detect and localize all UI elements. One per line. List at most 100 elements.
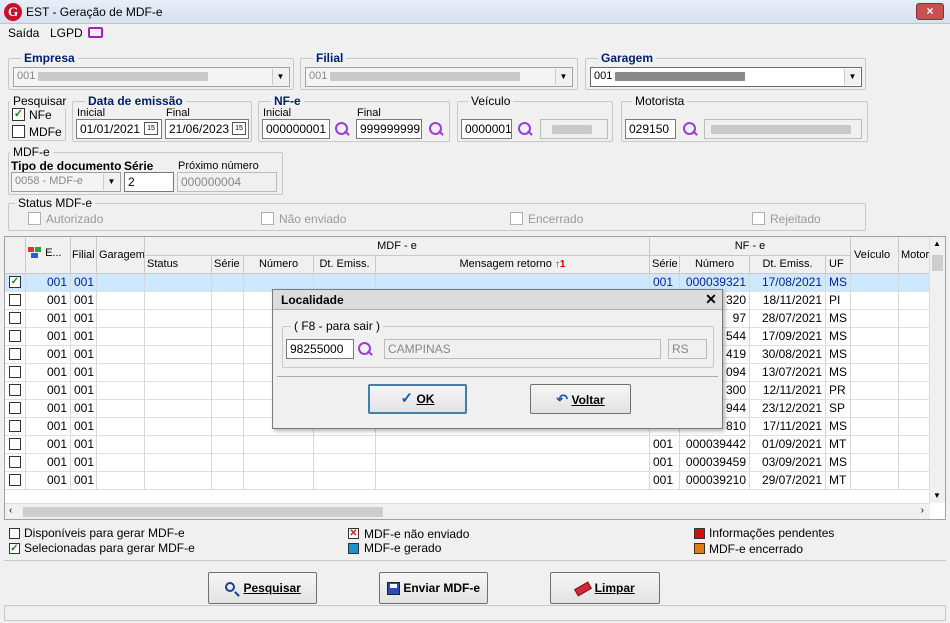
- legend-encerrado: MDF-e encerrado: [709, 542, 804, 556]
- monitor-icon[interactable]: [88, 27, 103, 38]
- encerrado-checkbox[interactable]: [510, 212, 523, 225]
- cell-serie: [212, 400, 244, 418]
- chevron-down-icon[interactable]: ▼: [844, 69, 860, 85]
- cell-veiculo: [851, 418, 899, 436]
- cell-motorista: [899, 346, 930, 364]
- tipo-documento-select[interactable]: 0058 - MDF-e ▼: [11, 172, 121, 192]
- row-checkbox[interactable]: [5, 436, 26, 454]
- cell-motorista: [899, 328, 930, 346]
- serie-input[interactable]: 2: [124, 172, 174, 192]
- search-icon[interactable]: [357, 341, 373, 357]
- header-mensagem[interactable]: Mensagem retorno ↑1: [376, 256, 650, 274]
- table-row[interactable]: 001 001 001 000039459 03/09/2021 MS: [5, 454, 930, 472]
- scroll-up-icon[interactable]: ▲: [933, 239, 941, 248]
- scroll-left-icon[interactable]: ‹: [9, 505, 12, 516]
- header-e[interactable]: E...: [26, 237, 71, 274]
- dialog-close-icon[interactable]: ✕: [703, 292, 719, 308]
- cell-filial: 001: [71, 346, 97, 364]
- header-garagem[interactable]: Garagem: [97, 237, 145, 274]
- row-checkbox[interactable]: [5, 292, 26, 310]
- cell-nf-dt: 17/08/2021: [750, 274, 826, 292]
- scroll-thumb[interactable]: [932, 255, 943, 271]
- empresa-label: Empresa: [21, 51, 78, 65]
- vertical-scrollbar[interactable]: ▲ ▼: [929, 237, 945, 503]
- filial-select[interactable]: 001 ▼: [305, 67, 573, 87]
- garagem-select[interactable]: 001 ▼: [590, 67, 862, 87]
- data-inicial-label: Inicial: [77, 107, 106, 119]
- dialog-voltar-button[interactable]: ↶ Voltar: [530, 384, 631, 414]
- header-filial[interactable]: Filial: [71, 237, 97, 274]
- row-checkbox[interactable]: [5, 400, 26, 418]
- empresa-select[interactable]: 001 ▼: [13, 67, 290, 87]
- pesquisar-button-label: Pesquisar: [243, 581, 301, 595]
- mdfe-checkbox[interactable]: [12, 125, 25, 138]
- veiculo-input[interactable]: 0000001: [461, 119, 512, 139]
- header-group-mdfe: MDF - e: [145, 237, 650, 256]
- row-checkbox[interactable]: [5, 382, 26, 400]
- search-icon[interactable]: [334, 121, 350, 137]
- enviar-mdfe-button[interactable]: Enviar MDF-e: [379, 572, 488, 604]
- mdfe-checkbox-label: MDFe: [29, 125, 62, 139]
- filial-label: Filial: [313, 51, 347, 65]
- header-nf-dt[interactable]: Dt. Emiss.: [750, 256, 826, 274]
- row-checkbox[interactable]: [5, 328, 26, 346]
- row-checkbox[interactable]: [5, 418, 26, 436]
- nfe-inicial-input[interactable]: 000000001: [262, 119, 330, 139]
- cell-status: [145, 454, 212, 472]
- header-nf-serie[interactable]: Série: [650, 256, 680, 274]
- dialog-ok-button[interactable]: ✓ OK: [368, 384, 467, 414]
- header-motorista[interactable]: Motori: [899, 237, 930, 274]
- cell-nf-numero: 000039210: [680, 472, 750, 490]
- window-close-button[interactable]: ×: [916, 3, 944, 20]
- cell-filial: 001: [71, 454, 97, 472]
- hscroll-thumb[interactable]: [23, 507, 383, 517]
- table-row[interactable]: 001 001 001 000039210 29/07/2021 MT: [5, 472, 930, 490]
- rejeitado-checkbox[interactable]: [752, 212, 765, 225]
- row-checkbox[interactable]: [5, 310, 26, 328]
- proximo-numero-input: 000000004: [177, 172, 277, 192]
- autorizado-checkbox[interactable]: [28, 212, 41, 225]
- header-numero[interactable]: Número: [244, 256, 314, 274]
- menu-saida[interactable]: Saída: [8, 26, 39, 40]
- scroll-right-icon[interactable]: ›: [921, 505, 924, 516]
- header-uf[interactable]: UF: [826, 256, 851, 274]
- header-nf-numero[interactable]: Número: [680, 256, 750, 274]
- localidade-codigo-input[interactable]: 98255000: [286, 339, 354, 359]
- row-checkbox[interactable]: [5, 454, 26, 472]
- row-checkbox[interactable]: [5, 472, 26, 490]
- horizontal-scrollbar[interactable]: ‹ ›: [5, 503, 930, 519]
- search-icon[interactable]: [682, 121, 698, 137]
- cell-status: [145, 382, 212, 400]
- mdfe-group-label: MDF-e: [10, 145, 53, 159]
- search-icon[interactable]: [517, 121, 533, 137]
- search-icon[interactable]: [428, 121, 444, 137]
- nfe-final-input[interactable]: 999999999: [356, 119, 422, 139]
- header-veiculo[interactable]: Veículo: [851, 237, 899, 274]
- nao-enviado-checkbox[interactable]: [261, 212, 274, 225]
- calendar-icon[interactable]: 15: [144, 122, 158, 135]
- enviar-mdfe-button-label: Enviar MDF-e: [403, 581, 481, 595]
- header-status[interactable]: Status: [145, 256, 212, 274]
- cell-uf: MS: [826, 274, 851, 292]
- header-serie[interactable]: Série: [212, 256, 244, 274]
- pesquisar-button[interactable]: Pesquisar: [208, 572, 317, 604]
- row-checkbox[interactable]: [5, 364, 26, 382]
- row-checkbox[interactable]: [5, 346, 26, 364]
- motorista-input[interactable]: 029150: [625, 119, 676, 139]
- scroll-down-icon[interactable]: ▼: [933, 491, 941, 500]
- row-checkbox[interactable]: ✓: [5, 274, 26, 292]
- chevron-down-icon[interactable]: ▼: [103, 174, 119, 190]
- limpar-button[interactable]: Limpar: [550, 572, 660, 604]
- cell-motorista: [899, 310, 930, 328]
- nfe-checkbox[interactable]: ✓: [12, 108, 25, 121]
- cell-uf: PI: [826, 292, 851, 310]
- calendar-icon[interactable]: 15: [232, 122, 246, 135]
- chevron-down-icon[interactable]: ▼: [555, 69, 571, 85]
- header-dt-emiss[interactable]: Dt. Emiss.: [314, 256, 376, 274]
- cell-dt: [314, 472, 376, 490]
- menu-lgpd[interactable]: LGPD: [50, 26, 83, 40]
- chevron-down-icon[interactable]: ▼: [272, 69, 288, 85]
- encerrado-legend-icon: [694, 543, 705, 554]
- cell-filial: 001: [71, 472, 97, 490]
- table-row[interactable]: 001 001 001 000039442 01/09/2021 MT: [5, 436, 930, 454]
